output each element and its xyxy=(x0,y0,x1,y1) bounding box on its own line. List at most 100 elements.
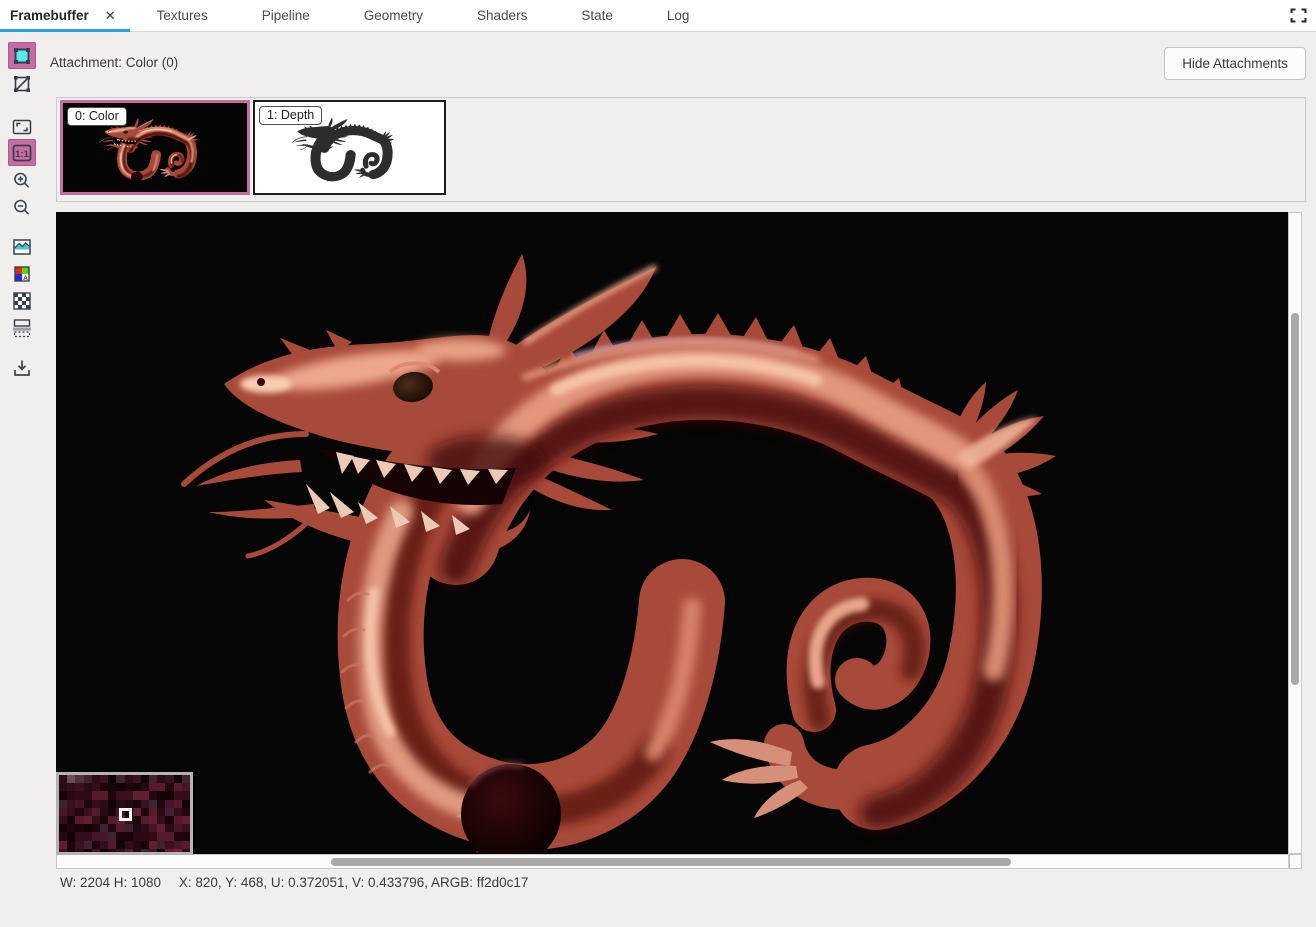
tab-geometry[interactable]: Geometry xyxy=(337,0,450,31)
image-view-glyph xyxy=(11,236,33,258)
pixel-selection-square xyxy=(119,808,132,821)
rgba-channels-icon[interactable]: A xyxy=(8,260,36,287)
zoom-out-icon[interactable] xyxy=(8,194,36,221)
magnified-pixel xyxy=(92,783,100,791)
magnified-pixel xyxy=(141,824,149,832)
magnified-pixel xyxy=(92,816,100,824)
crossed-square-icon[interactable] xyxy=(8,70,36,97)
magnified-pixel xyxy=(84,816,92,824)
filled-square-icon[interactable] xyxy=(8,42,36,69)
magnified-pixel xyxy=(149,775,157,783)
image-view-icon[interactable] xyxy=(8,233,36,260)
save-image-glyph xyxy=(11,357,33,379)
magnified-pixel xyxy=(92,808,100,816)
horizontal-scrollbar-thumb[interactable] xyxy=(331,858,1011,866)
magnified-pixel xyxy=(92,775,100,783)
magnified-pixel xyxy=(100,832,108,840)
tab-log[interactable]: Log xyxy=(640,0,717,31)
image-size-text: W: 2204 H: 1080 xyxy=(60,875,161,890)
fit-to-window-icon[interactable] xyxy=(8,113,36,140)
magnified-pixel xyxy=(174,800,182,808)
value-range-icon[interactable] xyxy=(8,314,36,341)
vertical-scrollbar[interactable] xyxy=(1288,212,1302,854)
magnified-pixel xyxy=(149,800,157,808)
magnified-pixel xyxy=(100,775,108,783)
tab-textures[interactable]: Textures xyxy=(130,0,235,31)
magnified-pixel xyxy=(59,775,67,783)
magnified-pixel xyxy=(133,832,141,840)
vertical-scrollbar-thumb[interactable] xyxy=(1291,313,1299,685)
magnified-pixel xyxy=(157,808,165,816)
magnified-pixel xyxy=(59,832,67,840)
attachment-chip: 0: Color xyxy=(67,107,127,126)
attachment-color-thumbnail[interactable]: 0: Color xyxy=(60,100,250,195)
magnified-pixel xyxy=(84,791,92,799)
magnified-pixel xyxy=(75,849,83,855)
magnified-pixel xyxy=(141,832,149,840)
magnified-pixel xyxy=(174,824,182,832)
hide-attachments-button[interactable]: Hide Attachments xyxy=(1164,47,1306,80)
magnified-pixel xyxy=(125,783,133,791)
magnified-pixel xyxy=(116,791,124,799)
zoom-in-icon[interactable] xyxy=(8,167,36,194)
magnified-pixel xyxy=(157,841,165,849)
tab-framebuffer[interactable]: Framebuffer ✕ xyxy=(0,0,130,31)
magnified-pixel xyxy=(108,791,116,799)
magnified-pixel xyxy=(165,832,173,840)
magnified-pixel xyxy=(59,783,67,791)
magnified-pixel xyxy=(67,800,75,808)
magnified-pixel xyxy=(67,775,75,783)
horizontal-scrollbar[interactable] xyxy=(56,854,1289,869)
magnified-pixel xyxy=(141,808,149,816)
magnified-pixel xyxy=(149,791,157,799)
framebuffer-viewport[interactable] xyxy=(56,212,1288,854)
alpha-checkerboard-icon[interactable] xyxy=(8,287,36,314)
tab-state[interactable]: State xyxy=(554,0,640,31)
magnified-pixel xyxy=(174,841,182,849)
magnified-pixel xyxy=(75,832,83,840)
magnified-pixel xyxy=(92,832,100,840)
magnified-pixel xyxy=(59,808,67,816)
tab-label: Geometry xyxy=(364,8,423,23)
magnified-pixel xyxy=(92,849,100,855)
actual-size-icon[interactable]: 1:1 xyxy=(8,139,36,166)
attachment-depth-thumbnail[interactable]: 1: Depth xyxy=(253,100,446,195)
fit-to-window-glyph xyxy=(11,116,33,138)
magnified-pixel xyxy=(133,800,141,808)
magnified-pixel xyxy=(165,824,173,832)
tab-shaders[interactable]: Shaders xyxy=(450,0,554,31)
magnified-pixel xyxy=(67,841,75,849)
status-bar: W: 2204 H: 1080 X: 820, Y: 468, U: 0.372… xyxy=(60,875,528,890)
magnified-pixel xyxy=(125,800,133,808)
fullscreen-icon[interactable] xyxy=(1290,8,1307,23)
magnified-pixel xyxy=(149,832,157,840)
magnified-pixel xyxy=(149,824,157,832)
magnified-pixel xyxy=(67,832,75,840)
magnified-pixel xyxy=(182,775,190,783)
magnified-pixel xyxy=(133,816,141,824)
tab-pipeline[interactable]: Pipeline xyxy=(235,0,337,31)
save-image-icon[interactable] xyxy=(8,354,36,381)
close-icon[interactable]: ✕ xyxy=(105,9,116,22)
magnified-pixel xyxy=(116,783,124,791)
magnified-pixel xyxy=(67,849,75,855)
magnified-pixel xyxy=(59,849,67,855)
zoom-out-glyph xyxy=(11,197,33,219)
magnified-pixel xyxy=(59,816,67,824)
magnified-pixel xyxy=(100,800,108,808)
pixel-magnifier xyxy=(56,772,193,855)
magnified-pixel xyxy=(125,832,133,840)
pixel-info-text: X: 820, Y: 468, U: 0.372051, V: 0.433796… xyxy=(179,875,529,890)
magnified-pixel xyxy=(84,841,92,849)
alpha-checkerboard-glyph xyxy=(11,290,33,312)
magnified-pixel xyxy=(157,775,165,783)
tab-label: Framebuffer xyxy=(10,8,89,23)
magnified-pixel xyxy=(116,849,124,855)
magnified-pixel xyxy=(100,791,108,799)
magnified-pixel xyxy=(125,841,133,849)
attachment-label: Attachment: Color (0) xyxy=(50,55,178,70)
magnified-pixel xyxy=(108,800,116,808)
magnified-pixel xyxy=(67,816,75,824)
magnified-pixel xyxy=(125,791,133,799)
magnified-pixel xyxy=(59,824,67,832)
